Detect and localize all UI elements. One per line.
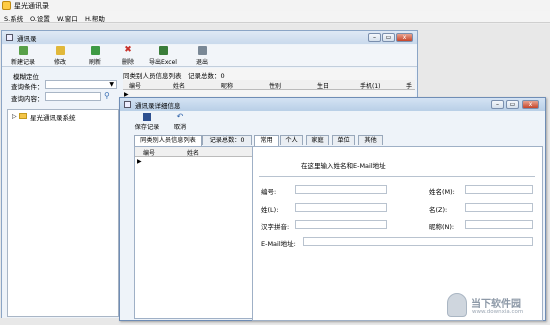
tab-record-count[interactable]: 记录总数：0 [202, 135, 252, 145]
shield-icon [447, 293, 467, 317]
email-field[interactable] [303, 237, 533, 246]
search-icon[interactable]: ⚲ [104, 91, 110, 100]
export-excel-button[interactable]: 导出Excel [146, 46, 180, 67]
delete-icon: ✖ [124, 45, 132, 55]
number-label: 编号: [261, 188, 277, 196]
detail-window: 通讯录详细信息 – ▭ x 保存记录 ↶ 取消 同类别人员信息列表 记录总数：0… [119, 97, 546, 321]
tab-other[interactable]: 其他 [358, 135, 383, 145]
tab-work[interactable]: 单位 [332, 135, 355, 145]
detail-window-title: 通讯录详细信息 [135, 102, 181, 110]
close-button[interactable]: x [396, 33, 413, 42]
col-name[interactable]: 姓名 [187, 148, 199, 157]
tab-common[interactable]: 常用 [254, 135, 279, 146]
tree-root-node[interactable]: 星光通讯录系统 [30, 112, 76, 122]
refresh-button[interactable]: 刷新 [85, 46, 105, 67]
search-heading: 模糊定位 [13, 73, 39, 81]
detail-left-tabs: 同类别人员信息列表 记录总数：0 [134, 135, 252, 146]
app-title: 星光通讯录 [14, 2, 49, 10]
close-button[interactable]: x [522, 100, 539, 109]
detail-list-header: 编号 姓名 [135, 147, 253, 157]
maximize-button[interactable]: ▭ [382, 33, 395, 42]
exit-button[interactable]: 退出 [192, 46, 212, 67]
row-pointer-icon: ▶ [137, 158, 142, 165]
main-toolbar: 新建记录 修改 刷新 ✖ 删除 导出Excel 退出 [2, 45, 417, 67]
window-icon [6, 34, 13, 41]
nickname-field[interactable] [465, 220, 533, 229]
col-mobile2[interactable]: 手 [406, 81, 412, 90]
cancel-button[interactable]: ↶ 取消 [170, 113, 190, 133]
fullname-label: 姓名(M): [429, 188, 455, 196]
email-label: E-Mail地址: [261, 240, 296, 248]
col-name[interactable]: 姓名 [173, 81, 185, 90]
content-label: 查询内容： [11, 95, 44, 103]
watermark-logo: 当下软件园 www.downxia.com [447, 291, 542, 321]
menu-help[interactable]: H.帮助 [85, 13, 105, 23]
col-gender[interactable]: 性别 [269, 81, 281, 90]
condition-select[interactable]: ▼ [45, 80, 117, 89]
tab-personal[interactable]: 个人 [280, 135, 303, 145]
form-divider [259, 176, 535, 177]
col-mobile1[interactable]: 手机(1) [360, 81, 381, 90]
app-title-bar: 星光通讯录 [0, 0, 550, 11]
list-count: 记录总数：0 [188, 72, 225, 80]
save-icon [143, 113, 151, 121]
refresh-icon [90, 46, 100, 55]
menu-window[interactable]: W.窗口 [57, 13, 78, 23]
col-number[interactable]: 编号 [129, 81, 141, 90]
form-hint: 在这里输入姓名和E-Mail地址 [301, 162, 386, 170]
edit-icon [55, 46, 65, 55]
fullname-field[interactable] [465, 185, 533, 194]
menu-system[interactable]: S.系统 [4, 13, 23, 23]
new-record-icon [18, 46, 28, 55]
window-icon [124, 101, 131, 108]
minimize-button[interactable]: – [368, 33, 381, 42]
watermark-url: www.downxia.com [472, 309, 524, 315]
condition-label: 查询条件： [11, 83, 44, 91]
app-icon [2, 1, 11, 10]
excel-export-icon [158, 46, 168, 55]
col-birthday[interactable]: 生日 [317, 81, 329, 90]
surname-label: 姓(L): [261, 206, 279, 214]
tab-same-category-list[interactable]: 同类别人员信息列表 [134, 135, 202, 146]
menu-settings[interactable]: O.设置 [30, 13, 50, 23]
tree-expand-icon[interactable]: ▷ [12, 113, 17, 120]
list-header: 编号 姓名 昵称 性别 生日 手机(1) 手 [123, 80, 415, 90]
pinyin-label: 汉字拼音: [261, 223, 290, 231]
detail-window-titlebar[interactable]: 通讯录详细信息 – ▭ x [120, 98, 545, 111]
detail-left-list: 编号 姓名 ▶ [134, 146, 254, 319]
col-nickname[interactable]: 昵称 [221, 81, 233, 90]
category-tree: ▷ 星光通讯录系统 [7, 109, 119, 317]
folder-icon [19, 113, 27, 119]
delete-button[interactable]: ✖ 删除 [118, 46, 138, 67]
number-field[interactable] [295, 185, 387, 194]
menu-bar: S.系统 O.设置 W.窗口 H.帮助 [0, 11, 550, 23]
chevron-down-icon: ▼ [109, 81, 114, 88]
new-record-button[interactable]: 新建记录 [8, 46, 38, 67]
exit-icon [197, 46, 207, 55]
nickname-label: 昵称(N): [429, 223, 455, 231]
maximize-button[interactable]: ▭ [506, 100, 519, 109]
undo-icon: ↶ [176, 112, 184, 121]
pinyin-field[interactable] [295, 220, 387, 229]
list-title: 同类别人员信息列表 [123, 72, 182, 80]
save-record-button[interactable]: 保存记录 [132, 113, 162, 133]
contacts-window-titlebar[interactable]: 通讯录 – ▭ x [2, 31, 417, 44]
given-name-label: 名(Z): [429, 206, 448, 214]
minimize-button[interactable]: – [491, 100, 504, 109]
watermark-text: 当下软件园 [471, 299, 521, 310]
edit-button[interactable]: 修改 [50, 46, 70, 67]
surname-field[interactable] [295, 203, 387, 212]
contacts-window-title: 通讯录 [17, 35, 37, 43]
search-input[interactable] [45, 92, 101, 101]
col-number[interactable]: 编号 [143, 148, 155, 157]
tab-home[interactable]: 家庭 [306, 135, 329, 145]
detail-tabs: 常用 个人 家庭 单位 其他 [254, 135, 394, 146]
given-name-field[interactable] [465, 203, 533, 212]
